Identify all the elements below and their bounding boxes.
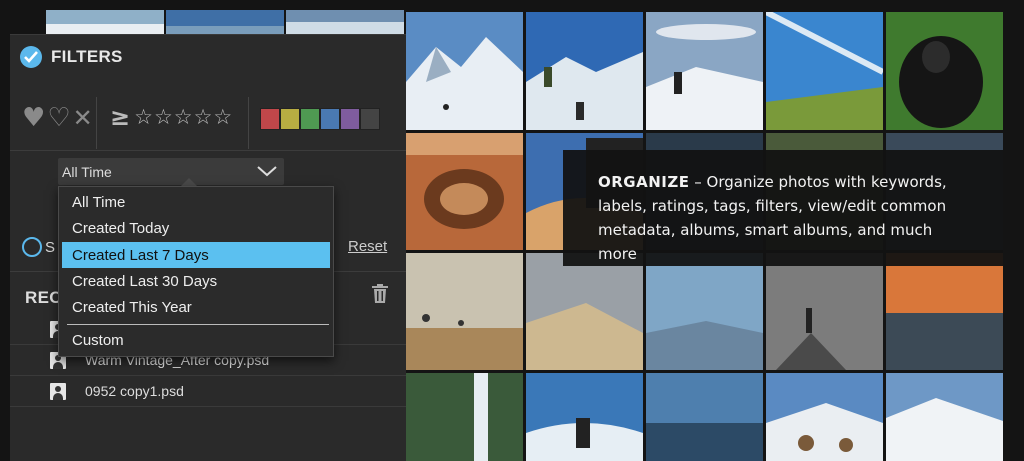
color-label-filter	[260, 108, 380, 130]
filters-title: FILTERS	[51, 47, 123, 66]
caption-heading: ORGANIZE	[598, 173, 690, 191]
heart-filled-icon[interactable]: ♥	[22, 103, 45, 133]
reset-link[interactable]: Reset	[348, 238, 387, 255]
star-icon[interactable]: ☆	[134, 105, 153, 129]
caption-text: ORGANIZE – Organize photos with keywords…	[598, 170, 973, 266]
photo-thumbnail[interactable]	[766, 373, 883, 461]
color-swatch-yellow[interactable]	[280, 108, 300, 130]
recent-file-name: 0952 copy1.psd	[85, 383, 184, 399]
filters-toggle-checkbox[interactable]	[20, 46, 42, 68]
rating-filter-row: ♥ ♡ ✕ ≥ ☆ ☆ ☆ ☆ ☆	[10, 91, 406, 149]
photo-thumbnail[interactable]	[766, 253, 883, 370]
search-radio[interactable]	[22, 237, 42, 257]
photo-thumbnail[interactable]	[46, 10, 164, 34]
date-range-dropdown: All Time Created Today Created Last 7 Da…	[58, 186, 334, 357]
menu-item-created-last-7-days[interactable]: Created Last 7 Days	[62, 242, 330, 268]
photo-thumbnail[interactable]	[646, 12, 763, 130]
date-range-value: All Time	[62, 163, 112, 180]
divider	[96, 97, 97, 149]
color-swatch-purple[interactable]	[340, 108, 360, 130]
heart-outline-icon[interactable]: ♡	[47, 103, 70, 133]
feature-caption: ORGANIZE – Organize photos with keywords…	[563, 150, 1003, 266]
menu-divider	[67, 324, 329, 325]
chevron-down-icon	[257, 166, 277, 177]
color-swatch-none[interactable]	[360, 108, 380, 130]
star-rating-filter: ≥ ☆ ☆ ☆ ☆ ☆	[110, 103, 232, 131]
divider	[10, 150, 406, 151]
photo-thumbnail[interactable]	[766, 12, 883, 130]
photo-thumbnail[interactable]	[526, 373, 643, 461]
checkmark-icon	[24, 51, 38, 63]
menu-item-created-last-30-days[interactable]: Created Last 30 Days	[62, 268, 330, 294]
filters-header: FILTERS	[20, 43, 123, 71]
photo-thumbnail[interactable]	[406, 133, 523, 250]
reject-x-icon[interactable]: ✕	[73, 104, 93, 132]
menu-item-custom[interactable]: Custom	[62, 327, 330, 353]
search-label: S	[45, 239, 56, 256]
caption-dash: –	[694, 173, 702, 191]
recent-file-row[interactable]: 0952 copy1.psd	[10, 376, 406, 407]
photo-thumbnail[interactable]	[886, 12, 1003, 130]
photo-thumbnail[interactable]	[286, 10, 404, 34]
photo-thumbnail[interactable]	[526, 253, 643, 370]
star-icon[interactable]: ☆	[174, 105, 193, 129]
color-swatch-green[interactable]	[300, 108, 320, 130]
star-icon[interactable]: ☆	[154, 105, 173, 129]
menu-item-created-this-year[interactable]: Created This Year	[62, 294, 330, 320]
greater-equal-icon[interactable]: ≥	[110, 103, 130, 131]
photo-thumbnail[interactable]	[406, 373, 523, 461]
color-swatch-blue[interactable]	[320, 108, 340, 130]
date-range-select[interactable]: All Time	[58, 158, 284, 185]
photo-thumbnail[interactable]	[886, 373, 1003, 461]
photo-thumbnail[interactable]	[406, 253, 523, 370]
photo-thumbnail[interactable]	[406, 12, 523, 130]
star-icon[interactable]: ☆	[213, 105, 232, 129]
menu-item-all-time[interactable]: All Time	[62, 189, 330, 215]
trash-icon[interactable]	[372, 284, 388, 303]
flag-filter: ♥ ♡ ✕	[22, 103, 93, 133]
photo-thumbnail[interactable]	[886, 253, 1003, 370]
divider	[248, 97, 249, 149]
menu-item-created-today[interactable]: Created Today	[62, 215, 330, 241]
photo-thumbnail[interactable]	[166, 10, 284, 34]
file-image-icon	[50, 383, 66, 400]
photo-thumbnail[interactable]	[646, 253, 763, 370]
photo-thumbnail[interactable]	[526, 12, 643, 130]
star-icon[interactable]: ☆	[194, 105, 213, 129]
color-swatch-red[interactable]	[260, 108, 280, 130]
photo-thumbnail[interactable]	[646, 373, 763, 461]
